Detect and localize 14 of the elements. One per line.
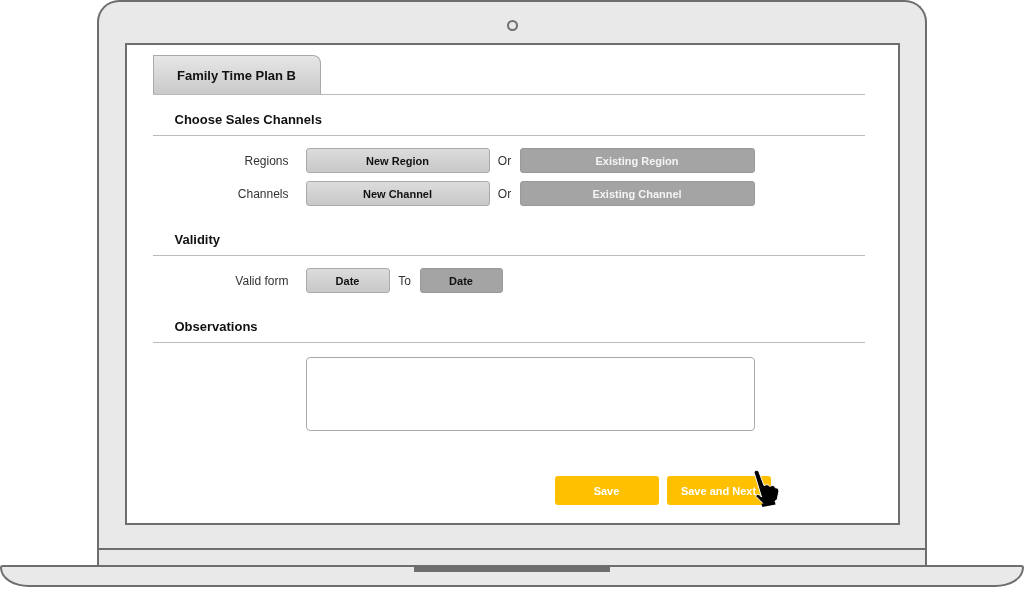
tab[interactable]: Family Time Plan B — [152, 55, 321, 94]
date-button[interactable]: Date — [419, 268, 503, 293]
date-button[interactable]: Date — [305, 268, 390, 293]
field-label: Valid form — [234, 273, 290, 288]
choice-button[interactable]: New Region — [305, 148, 490, 173]
choice-button[interactable]: New Channel — [305, 181, 490, 206]
section-heading: Choose Sales Channels — [152, 95, 865, 136]
connector-text: To — [397, 273, 412, 288]
field-label: Regions — [243, 153, 290, 168]
connector-text: Or — [496, 153, 513, 168]
connector-text: Or — [496, 186, 513, 201]
section-heading: Observations — [152, 302, 865, 343]
field-label: Channels — [236, 186, 290, 201]
section-heading: Validity — [152, 215, 865, 256]
